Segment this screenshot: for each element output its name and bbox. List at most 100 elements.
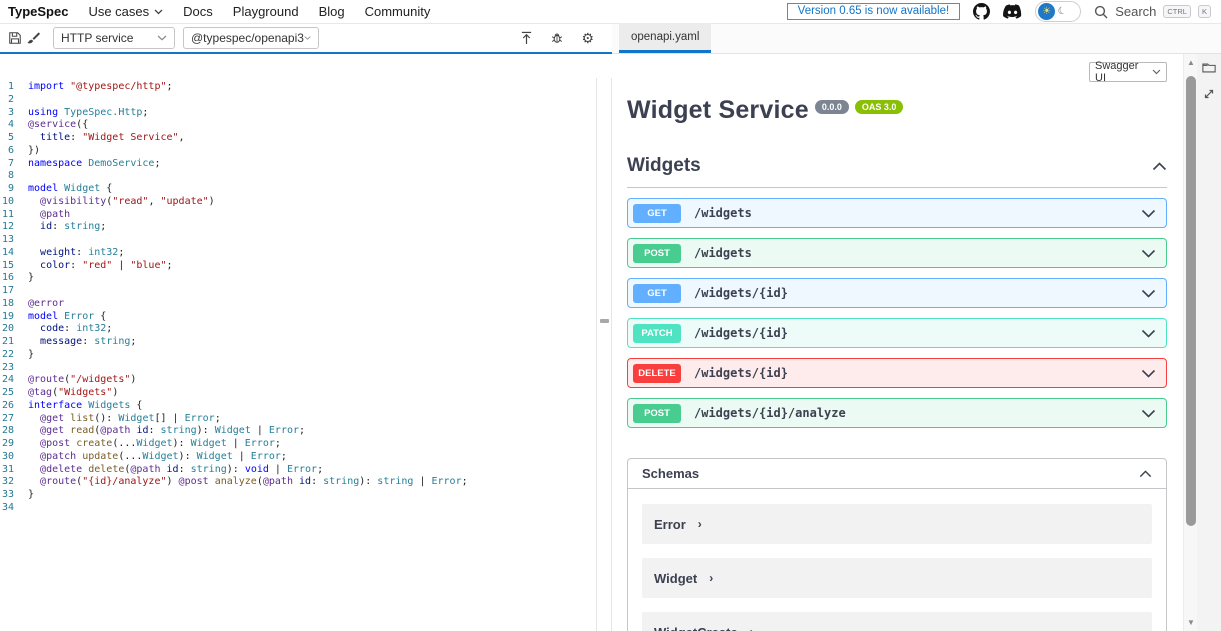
line-number: 27 [0, 413, 28, 426]
schemas-header[interactable]: Schemas [628, 459, 1166, 489]
operations-list: GET/widgets POST/widgets GET/widgets/{id} P… [627, 198, 1167, 428]
code-line: 18@error [0, 298, 596, 311]
code-line: 12 id: string; [0, 221, 596, 234]
line-number: 15 [0, 260, 28, 273]
code-line: 11 @path [0, 209, 596, 222]
tab-openapi-yaml[interactable]: openapi.yaml [619, 23, 711, 53]
code-line: 2 [0, 94, 596, 107]
chevron-right-icon[interactable]: › [698, 517, 702, 531]
line-number: 1 [0, 81, 28, 94]
line-number: 17 [0, 285, 28, 298]
sample-select[interactable]: HTTP service [53, 27, 175, 49]
code-editor[interactable]: 1import "@typespec/http";23using TypeSpe… [0, 78, 596, 631]
file-explorer-icon[interactable] [1202, 62, 1216, 74]
chevron-down-icon[interactable] [1141, 249, 1156, 258]
scrollbar-thumb[interactable] [1186, 76, 1196, 526]
operation-post-row[interactable]: POST/widgets/{id}/analyze [627, 398, 1167, 428]
pane-splitter[interactable] [596, 78, 612, 631]
swap-panes-icon[interactable] [1203, 88, 1215, 100]
code-line: 14 weight: int32; [0, 247, 596, 260]
scroll-down-icon[interactable]: ▼ [1184, 618, 1198, 627]
dark-theme-icon[interactable]: ☾ [1057, 5, 1069, 18]
chevron-down-icon [304, 35, 311, 41]
chevron-up-icon[interactable] [1152, 162, 1167, 171]
schema-model-row[interactable]: WidgetCreate› [642, 612, 1152, 631]
settings-gear-icon[interactable]: ⚙ [581, 30, 594, 47]
operation-delete-row[interactable]: DELETE/widgets/{id} [627, 358, 1167, 388]
line-number: 29 [0, 438, 28, 451]
code-line: 28 @get read(@path id: string): Widget |… [0, 425, 596, 438]
chevron-down-icon[interactable] [1141, 209, 1156, 218]
chevron-down-icon[interactable] [1141, 289, 1156, 298]
operation-post-row[interactable]: POST/widgets [627, 238, 1167, 268]
scroll-up-icon[interactable]: ▲ [1184, 58, 1198, 67]
format-brush-icon[interactable] [26, 31, 41, 46]
chevron-right-icon[interactable]: › [750, 625, 754, 631]
schemas-list: Error› Widget› WidgetCreate› [628, 489, 1166, 631]
nav-item-playground[interactable]: Playground [233, 4, 299, 19]
code-line: 31 @delete delete(@path id: string): voi… [0, 464, 596, 477]
splitter-handle-icon[interactable] [600, 319, 609, 323]
editor-pane: HTTP service @typespec/openapi3 ⚙ 1impor… [0, 24, 612, 631]
chevron-down-icon[interactable] [1141, 329, 1156, 338]
code-line: 24@route("/widgets") [0, 374, 596, 387]
version-banner[interactable]: Version 0.65 is now available! [787, 3, 961, 20]
code-line: 29 @post create(...Widget): Widget | Err… [0, 438, 596, 451]
code-line: 4@service({ [0, 119, 596, 132]
code-line: 3using TypeSpec.Http; [0, 107, 596, 120]
typespec-logo[interactable]: TypeSpec [8, 4, 68, 19]
code-line: 23 [0, 362, 596, 375]
viewer-select[interactable]: Swagger UI [1089, 62, 1167, 82]
code-line: 22} [0, 349, 596, 362]
nav-item-docs[interactable]: Docs [183, 4, 213, 19]
theme-toggle[interactable]: ☀ ☾ [1035, 1, 1081, 22]
nav-item-use-cases[interactable]: Use cases [88, 4, 163, 19]
search-button[interactable]: Search CTRL K [1094, 4, 1211, 19]
code-line: 17 [0, 285, 596, 298]
code-line: 32 @route("{id}/analyze") @post analyze(… [0, 476, 596, 489]
operation-get-row[interactable]: GET/widgets [627, 198, 1167, 228]
toolbar-accent-line [0, 52, 612, 54]
save-icon[interactable] [8, 31, 22, 45]
schema-model-row[interactable]: Error› [642, 504, 1152, 544]
code-line: 6}) [0, 145, 596, 158]
code-line: 26interface Widgets { [0, 400, 596, 413]
chevron-down-icon[interactable] [1141, 409, 1156, 418]
code-line: 1import "@typespec/http"; [0, 81, 596, 94]
code-line: 15 color: "red" | "blue"; [0, 260, 596, 273]
code-line: 27 @get list(): Widget[] | Error; [0, 413, 596, 426]
chevron-right-icon[interactable]: › [709, 571, 713, 585]
nav-item-blog[interactable]: Blog [319, 4, 345, 19]
top-nav: TypeSpec Use cases Docs Playground Blog … [0, 0, 1221, 24]
schemas-panel: Schemas Error› Widget› WidgetCreate› [627, 458, 1167, 631]
playground-toolbar: HTTP service @typespec/openapi3 ⚙ [0, 24, 612, 52]
method-badge: GET [633, 284, 681, 303]
chevron-up-icon[interactable] [1139, 470, 1152, 478]
operation-get-row[interactable]: GET/widgets/{id} [627, 278, 1167, 308]
schema-model-row[interactable]: Widget› [642, 558, 1152, 598]
operation-patch-row[interactable]: PATCH/widgets/{id} [627, 318, 1167, 348]
line-number: 34 [0, 502, 28, 515]
tag-widgets-header[interactable]: Widgets [627, 155, 1167, 188]
chevron-down-icon[interactable] [1141, 369, 1156, 378]
code-line: 25@tag("Widgets") [0, 387, 596, 400]
tag-title: Widgets [627, 155, 701, 177]
sample-select-value: HTTP service [61, 31, 133, 45]
debug-icon[interactable] [550, 31, 564, 45]
emitter-select[interactable]: @typespec/openapi3 [183, 27, 319, 49]
code-line: 5 title: "Widget Service", [0, 132, 596, 145]
share-icon[interactable] [520, 31, 533, 45]
light-theme-icon[interactable]: ☀ [1038, 3, 1055, 20]
line-number: 30 [0, 451, 28, 464]
output-pane: openapi.yaml Swagger UI Widget Service 0… [612, 24, 1221, 631]
operation-path: /widgets/{id} [694, 286, 788, 300]
method-badge: GET [633, 204, 681, 223]
nav-item-community[interactable]: Community [365, 4, 431, 19]
nav-item-label: Use cases [88, 4, 149, 19]
method-badge: DELETE [633, 364, 681, 383]
github-icon[interactable] [973, 3, 990, 20]
code-line: 30 @patch update(...Widget): Widget | Er… [0, 451, 596, 464]
output-scrollbar[interactable]: ▲ ▼ [1183, 54, 1197, 631]
line-number: 7 [0, 158, 28, 171]
discord-icon[interactable] [1003, 4, 1022, 19]
